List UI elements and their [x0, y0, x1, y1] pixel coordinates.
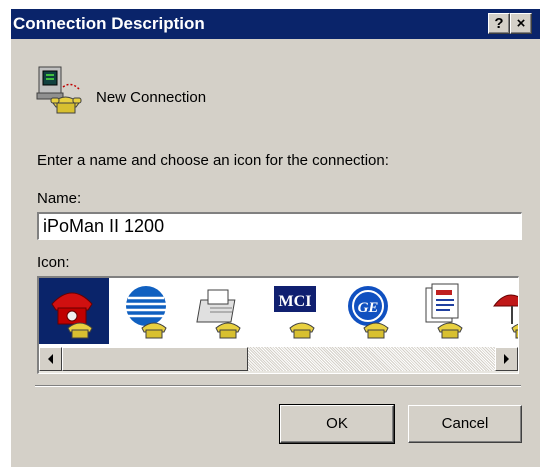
- dialog-title: Connection Description: [13, 14, 205, 33]
- icons-row: MCI GE: [39, 278, 518, 344]
- instruction-text: Enter a name and choose an icon for the …: [37, 152, 389, 169]
- red-phone-icon: [51, 292, 93, 339]
- umbrella-phone-icon: [493, 294, 518, 339]
- icon-list[interactable]: MCI GE: [37, 276, 519, 374]
- icon-option-umbrella[interactable]: [483, 278, 518, 344]
- svg-text:GE: GE: [358, 300, 379, 316]
- scroll-right-button[interactable]: [495, 347, 518, 371]
- ge-phone-icon: GE: [348, 286, 389, 339]
- name-input[interactable]: iPoMan II 1200: [37, 212, 522, 240]
- fax-phone-icon: [196, 289, 241, 339]
- mci-phone-icon: MCI: [274, 286, 316, 339]
- icon-label: Icon:: [37, 254, 70, 271]
- icon-option-globe[interactable]: [113, 278, 183, 344]
- close-button[interactable]: ×: [510, 13, 532, 34]
- scroll-left-button[interactable]: [39, 347, 62, 371]
- icon-option-red-phone[interactable]: [39, 278, 109, 344]
- icon-option-document[interactable]: [409, 278, 479, 344]
- scrollbar-thumb[interactable]: [62, 347, 248, 371]
- help-button[interactable]: ?: [488, 13, 510, 34]
- icon-option-ge[interactable]: GE: [335, 278, 405, 344]
- icon-option-mci[interactable]: MCI: [261, 278, 331, 344]
- title-bar[interactable]: Connection Description ? ×: [11, 9, 540, 39]
- horizontal-scrollbar[interactable]: [39, 347, 518, 373]
- connection-description-dialog: Connection Description ? × New Connectio…: [10, 8, 540, 467]
- phone-computer-icon: [35, 65, 87, 115]
- connection-name: New Connection: [96, 89, 207, 106]
- cancel-button[interactable]: Cancel: [408, 405, 522, 443]
- icon-option-fax[interactable]: [187, 278, 257, 344]
- globe-phone-icon: [126, 286, 167, 339]
- divider: [35, 385, 521, 387]
- name-label: Name:: [37, 190, 82, 207]
- svg-text:MCI: MCI: [279, 293, 312, 310]
- arrow-left-icon: [48, 354, 53, 364]
- scrollbar-track[interactable]: [248, 347, 495, 371]
- arrow-right-icon: [504, 354, 509, 364]
- ok-button[interactable]: OK: [279, 404, 395, 444]
- document-phone-icon: [425, 283, 463, 339]
